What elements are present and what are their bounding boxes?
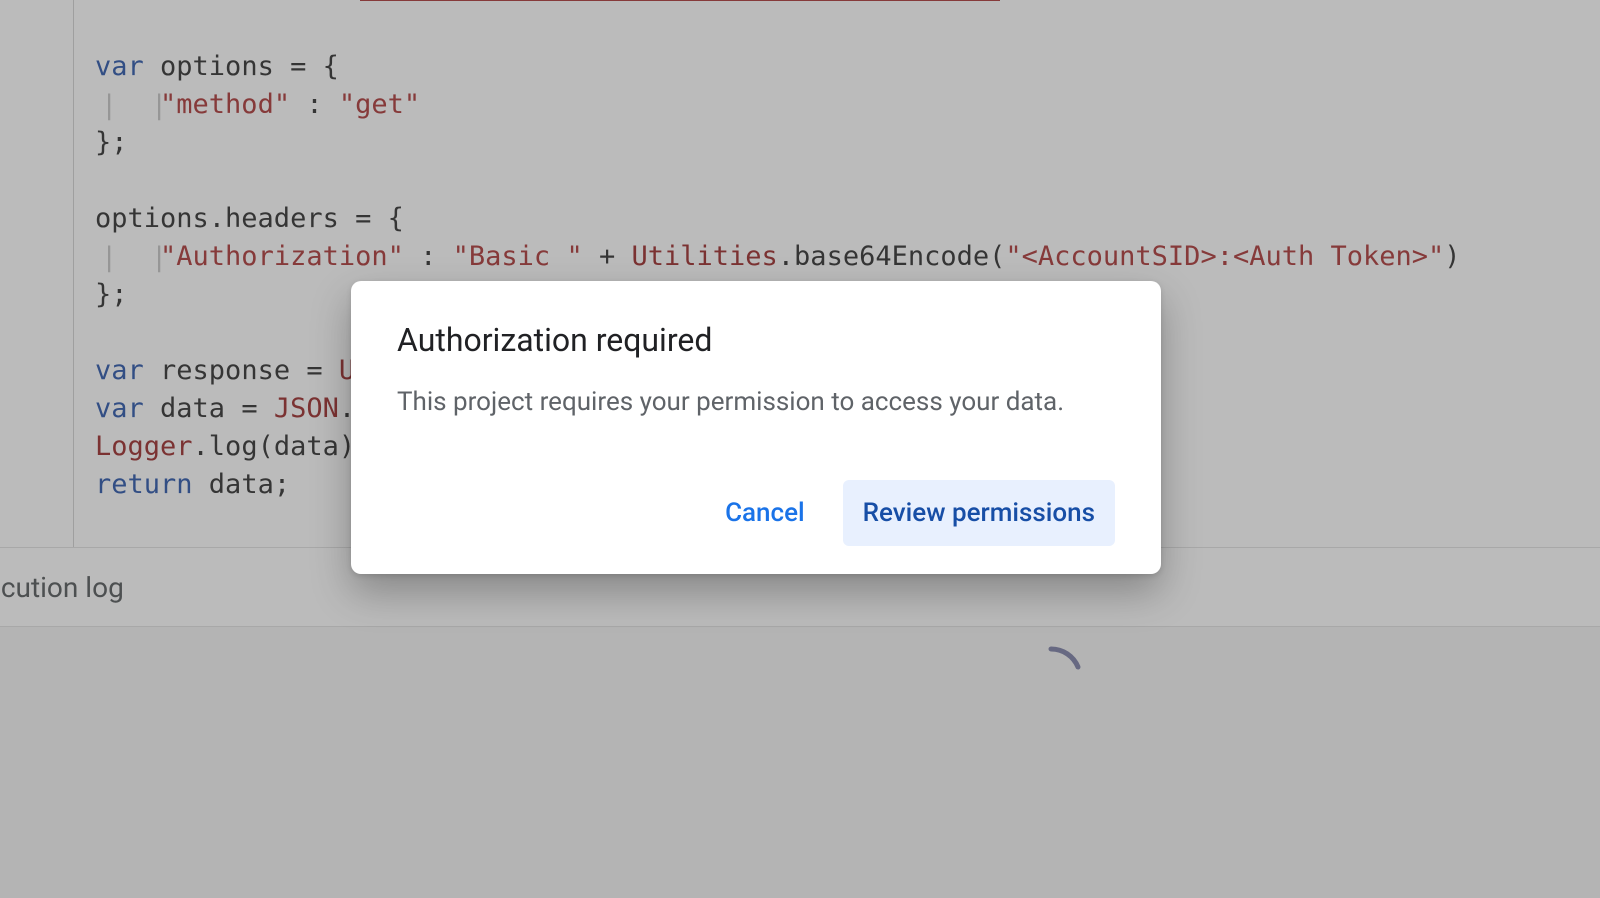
review-permissions-button[interactable]: Review permissions — [843, 480, 1115, 546]
authorization-dialog: Authorization required This project requ… — [351, 281, 1161, 574]
cancel-button[interactable]: Cancel — [707, 482, 823, 544]
dialog-actions: Cancel Review permissions — [397, 480, 1115, 546]
dialog-title: Authorization required — [397, 321, 1115, 359]
dialog-body: This project requires your permission to… — [397, 385, 1115, 420]
